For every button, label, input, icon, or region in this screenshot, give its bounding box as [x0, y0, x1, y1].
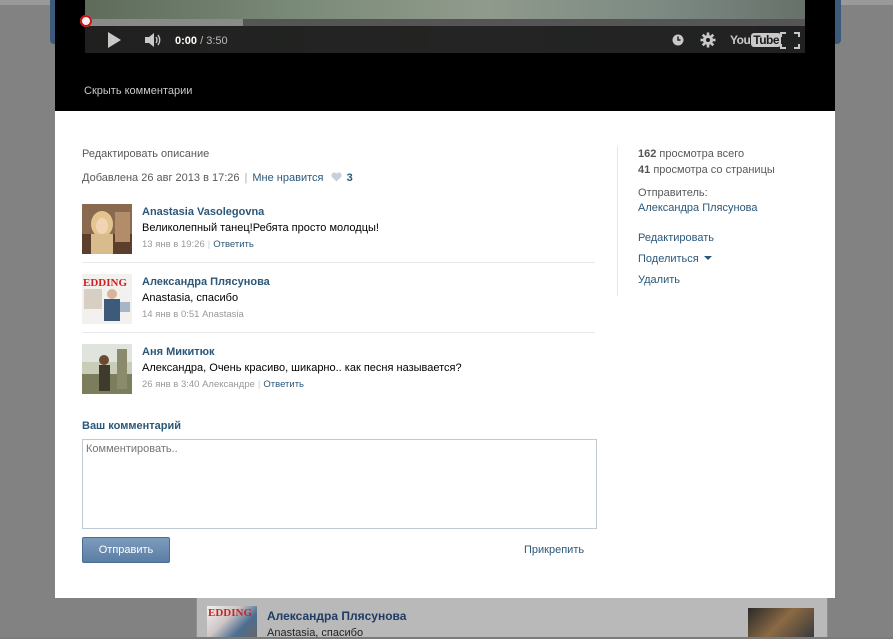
sender-label: Отправитель: — [638, 187, 708, 199]
youtube-logo-you: You — [730, 33, 751, 47]
comment-meta: 26 янв в 3:40 Александре | Ответить — [142, 379, 304, 390]
fullscreen-icon[interactable] — [780, 32, 800, 49]
comment-date[interactable]: 13 янв в 19:26 — [142, 239, 205, 250]
comment-divider — [82, 332, 595, 333]
volume-icon[interactable] — [145, 33, 163, 47]
background-feed-post: EDDING Александра Плясунова Anastasia, с… — [196, 598, 828, 639]
attach-link[interactable]: Прикрепить — [524, 544, 584, 556]
page-views-label: просмотра со страницы — [653, 164, 775, 176]
comment-text: Александра, Очень красиво, шикарно.. как… — [142, 362, 462, 374]
total-views-stat: 162 просмотра всего — [638, 146, 838, 162]
play-icon[interactable] — [108, 32, 121, 48]
page-views-stat: 41 просмотра со страницы — [638, 162, 838, 178]
video-added-info: Добавлена 26 авг 2013 в 17:26 | Мне нравит… — [82, 172, 353, 184]
background-feed-logo: EDDING — [208, 607, 253, 619]
reply-link[interactable]: Ответить — [213, 239, 254, 250]
hide-comments-link[interactable]: Скрыть комментарии — [84, 85, 192, 97]
background-feed-text: Anastasia, спасибо — [267, 627, 364, 639]
added-date: Добавлена 26 авг 2013 в 17:26 — [82, 172, 240, 184]
svg-text:EDDING: EDDING — [83, 277, 127, 289]
current-time: 0:00 — [175, 35, 198, 47]
avatar[interactable] — [82, 204, 132, 254]
watch-later-icon[interactable] — [672, 34, 684, 46]
your-comment-heading: Ваш комментарий — [82, 420, 182, 432]
comment-author[interactable]: Аня Микитюк — [142, 346, 215, 358]
page-header-edge-right — [834, 0, 841, 44]
avatar[interactable] — [82, 344, 132, 394]
delete-video-link[interactable]: Удалить — [638, 270, 838, 291]
comment-text: Великолепный танец!Ребята просто молодцы… — [142, 222, 379, 234]
progress-knob[interactable] — [80, 15, 92, 27]
gear-icon[interactable] — [700, 32, 716, 48]
page-views-count: 41 — [638, 164, 651, 176]
like-count: 3 — [346, 172, 353, 184]
chevron-down-icon — [703, 256, 712, 260]
avatar[interactable]: EDDING — [82, 274, 132, 324]
progress-bar[interactable] — [85, 19, 805, 26]
comment-text: Anastasia, спасибо — [142, 292, 239, 304]
total-time: 3:50 — [206, 35, 228, 47]
time-display: 0:00 / 3:50 — [175, 35, 228, 47]
edit-video-link[interactable]: Редактировать — [638, 228, 838, 249]
youtube-logo[interactable]: You Tube — [730, 33, 782, 47]
comment-author[interactable]: Anastasia Vasolegovna — [142, 206, 264, 218]
comment-meta: 14 янв в 0:51 Anastasia — [142, 309, 244, 320]
comment-date[interactable]: 26 янв в 3:40 Александре — [142, 379, 255, 390]
comment-meta: 13 янв в 19:26 | Ответить — [142, 239, 254, 250]
send-button[interactable]: Отправить — [82, 537, 170, 563]
comment-date[interactable]: 14 янв в 0:51 Anastasia — [142, 309, 244, 320]
progress-buffered — [85, 19, 244, 26]
edit-description-link[interactable]: Редактировать описание — [82, 148, 209, 160]
comment-item: Аня Микитюк Александра, Очень красиво, ш… — [82, 344, 595, 406]
total-views-label: просмотра всего — [659, 148, 745, 160]
video-info-sidebar: 162 просмотра всего 41 просмотра со стра… — [617, 146, 838, 296]
sender-name-link[interactable]: Александра Плясунова — [638, 201, 838, 216]
youtube-logo-tube: Tube — [751, 33, 782, 47]
background-feed-video-thumb — [748, 608, 814, 637]
comment-item: Anastasia Vasolegovna Великолепный танец… — [82, 204, 595, 266]
reply-link[interactable]: Ответить — [263, 379, 304, 390]
comment-author[interactable]: Александра Плясунова — [142, 276, 270, 288]
heart-icon[interactable] — [330, 172, 342, 182]
video-player: 0:00 / 3:50 You Tube Скрыть комментарии — [55, 0, 835, 111]
share-label: Поделиться — [638, 253, 699, 265]
like-link[interactable]: Мне нравится — [252, 172, 323, 184]
comment-divider — [82, 262, 595, 263]
background-feed-author: Александра Плясунова — [267, 609, 407, 623]
comment-item: EDDING Александра Плясунова Anastasia, с… — [82, 274, 595, 336]
total-views-count: 162 — [638, 148, 657, 160]
comment-input[interactable] — [82, 439, 597, 529]
share-link[interactable]: Поделиться — [638, 249, 838, 270]
video-modal: 0:00 / 3:50 YouTube Скрыть комментарии — [55, 0, 835, 598]
